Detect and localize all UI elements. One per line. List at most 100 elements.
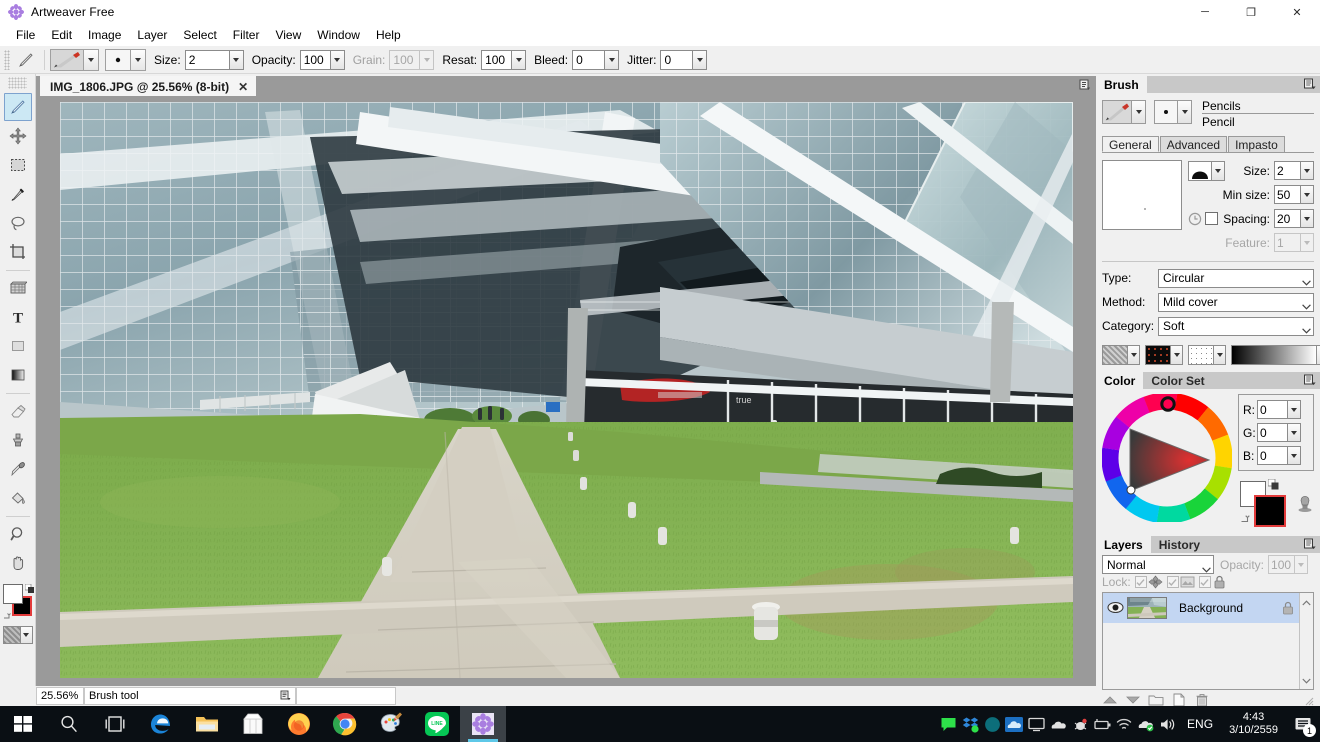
minimize-button[interactable]: ─	[1182, 0, 1228, 24]
status-menu-icon[interactable]	[280, 690, 292, 702]
gradient-picker[interactable]	[1231, 345, 1320, 365]
tab-color[interactable]: Color	[1096, 372, 1143, 389]
menu-help[interactable]: Help	[368, 25, 409, 45]
hand-tool[interactable]	[4, 549, 32, 577]
brush-tool[interactable]	[4, 93, 32, 121]
gradient-swatch[interactable]	[1231, 345, 1317, 365]
toolbar-drag-grip[interactable]	[4, 50, 10, 70]
maximize-button[interactable]: ❐	[1228, 0, 1274, 24]
resat-input[interactable]	[481, 50, 511, 70]
brush-shape-dropdown[interactable]	[1212, 161, 1225, 181]
brush-category-select[interactable]: Soft	[1158, 317, 1314, 336]
blend-mode-select[interactable]: Normal	[1102, 555, 1214, 574]
perspective-tool[interactable]	[4, 274, 32, 302]
brush-preset-thumb[interactable]	[1102, 100, 1132, 124]
gradient-tool[interactable]	[4, 361, 32, 389]
color-panel-menu-icon[interactable]	[1303, 374, 1317, 387]
clone-stamp-tool[interactable]	[4, 426, 32, 454]
move-tool[interactable]	[4, 122, 32, 150]
brush-shape-swatch[interactable]	[1188, 161, 1212, 181]
paper-texture-swatch[interactable]	[1102, 345, 1128, 365]
nozzle-dropdown[interactable]	[1214, 345, 1226, 365]
paper-texture-dropdown[interactable]	[1128, 345, 1140, 365]
tab-brush[interactable]: Brush	[1096, 76, 1147, 93]
document-canvas-image[interactable]: true	[60, 102, 1073, 678]
taskbar-app-artweaver[interactable]	[460, 706, 506, 742]
pattern-swatch[interactable]	[1145, 345, 1171, 365]
dropbox-icon[interactable]	[959, 706, 981, 742]
brush-preset-swatch[interactable]	[50, 49, 84, 71]
battery-icon[interactable]	[1091, 706, 1113, 742]
menu-file[interactable]: File	[8, 25, 43, 45]
tab-color-set[interactable]: Color Set	[1143, 372, 1212, 389]
close-button[interactable]: ✕	[1274, 0, 1320, 24]
tab-history[interactable]: History	[1151, 536, 1208, 553]
color-swatches[interactable]	[3, 584, 33, 618]
size-stepper[interactable]	[185, 50, 244, 70]
menu-select[interactable]: Select	[175, 25, 224, 45]
tab-advanced[interactable]: Advanced	[1160, 136, 1227, 152]
tab-general[interactable]: General	[1102, 136, 1159, 152]
brush-tip-swatch[interactable]	[105, 49, 131, 71]
bug-icon[interactable]	[1069, 706, 1091, 742]
texture-dropdown[interactable]	[21, 626, 33, 644]
b-stepper[interactable]	[1257, 446, 1301, 465]
close-icon[interactable]: ✕	[238, 80, 248, 94]
r-stepper[interactable]	[1257, 400, 1301, 419]
bleed-input[interactable]	[572, 50, 604, 70]
resat-dropdown-button[interactable]	[511, 50, 526, 70]
menu-view[interactable]: View	[267, 25, 309, 45]
nozzle-picker[interactable]	[1188, 345, 1226, 365]
lock-transparency-checkbox[interactable]	[1135, 576, 1147, 588]
brush-size-dropdown[interactable]	[1300, 161, 1314, 180]
taskbar-app-line[interactable]: LINE	[414, 706, 460, 742]
language-indicator[interactable]: ENG	[1179, 717, 1221, 731]
taskbar-app-file-explorer[interactable]	[184, 706, 230, 742]
pattern-dropdown[interactable]	[1171, 345, 1183, 365]
foreground-color-swatch[interactable]	[3, 584, 23, 604]
default-colors-icon[interactable]	[25, 582, 34, 591]
nozzle-swatch[interactable]	[1188, 345, 1214, 365]
lock-all-checkbox[interactable]	[1199, 576, 1211, 588]
lock-image-icon[interactable]	[1180, 575, 1195, 589]
opacity-input[interactable]	[300, 50, 330, 70]
brush-preset-picker[interactable]	[50, 49, 99, 71]
swap-colors-icon[interactable]	[3, 610, 13, 620]
b-input[interactable]	[1257, 446, 1287, 465]
menu-layer[interactable]: Layer	[129, 25, 175, 45]
brush-preset-dropdown-arrow[interactable]	[1132, 100, 1146, 124]
layers-panel-menu-icon[interactable]	[1303, 538, 1317, 551]
resat-stepper[interactable]	[481, 50, 526, 70]
texture-swatch[interactable]	[3, 626, 21, 644]
layer-row-background[interactable]: Background	[1103, 593, 1299, 623]
layer-opacity-stepper[interactable]	[1268, 555, 1308, 574]
taskbar-app-firefox[interactable]	[276, 706, 322, 742]
layer-opacity-input[interactable]	[1268, 555, 1294, 574]
brush-size-input[interactable]	[1274, 161, 1300, 180]
notification-center-icon[interactable]: 1	[1286, 706, 1320, 742]
brush-type-select[interactable]: Circular	[1158, 269, 1314, 288]
brush-preset-dropdown[interactable]	[84, 49, 99, 71]
bleed-stepper[interactable]	[572, 50, 619, 70]
canvas-panel-menu-icon[interactable]	[1078, 78, 1092, 92]
taskbar-app-edge[interactable]	[138, 706, 184, 742]
scroll-down-icon[interactable]	[1302, 673, 1311, 687]
taskbar-app-chrome[interactable]	[322, 706, 368, 742]
brush-panel-menu-icon[interactable]	[1303, 78, 1317, 91]
menu-edit[interactable]: Edit	[43, 25, 80, 45]
lock-move-icon[interactable]	[1148, 575, 1163, 589]
layer-list-scrollbar[interactable]	[1299, 593, 1313, 689]
brush-size-stepper[interactable]	[1274, 161, 1314, 180]
timing-icon[interactable]	[1188, 212, 1202, 226]
taskbar-app-microsoft-store[interactable]	[230, 706, 276, 742]
eye-icon[interactable]	[1107, 601, 1124, 614]
opacity-dropdown-button[interactable]	[330, 50, 345, 70]
brush-preset-selector[interactable]	[1102, 100, 1146, 124]
clock[interactable]: 4:43 3/10/2559	[1221, 711, 1286, 737]
brush-shape-picker[interactable]	[1188, 161, 1225, 181]
task-view-icon[interactable]	[92, 706, 138, 742]
brush-minsize-input[interactable]	[1274, 185, 1300, 204]
text-tool[interactable]: T	[4, 303, 32, 331]
default-colors-icon[interactable]	[1268, 479, 1279, 490]
bleed-dropdown-button[interactable]	[604, 50, 619, 70]
